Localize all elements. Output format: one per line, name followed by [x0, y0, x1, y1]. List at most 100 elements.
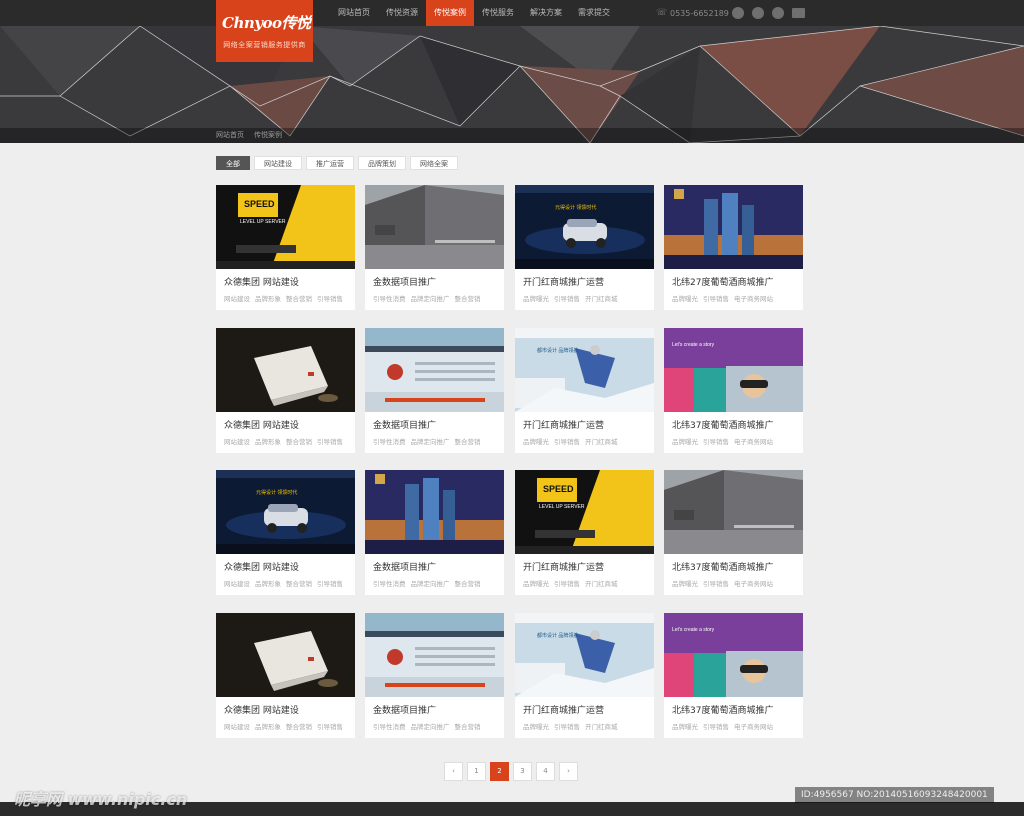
case-tag: 开门红商城	[585, 438, 618, 446]
hero-banner	[0, 26, 1024, 143]
case-thumbnail[interactable]: Let's create a story	[664, 328, 803, 412]
case-tags: 引导性消费 品牌定向推广 整合营销	[373, 721, 481, 731]
case-card[interactable]: 众德集团 网站建设 网站建设 品牌形象 整合营销 引导销售	[216, 328, 355, 453]
mail-icon[interactable]	[792, 8, 805, 18]
case-thumbnail[interactable]	[365, 470, 504, 554]
nav-item[interactable]: 传悦资源	[378, 0, 426, 26]
page-number-button[interactable]: 1	[467, 762, 486, 781]
breadcrumb-home[interactable]: 网站首页	[216, 128, 244, 143]
case-tag: 整合营销	[286, 438, 312, 446]
nav-item[interactable]: 传悦案例	[426, 0, 474, 26]
case-card[interactable]: Let's create a story 北纬37度葡萄酒商城推广 品牌曝光 引导销售…	[664, 613, 803, 738]
svg-text:SPEED: SPEED	[543, 484, 574, 494]
case-tag: 整合营销	[454, 438, 481, 446]
case-thumbnail[interactable]: 元得设计 领馈时代	[515, 185, 654, 269]
case-tag: 引导销售	[554, 295, 580, 303]
nav-item[interactable]: 传悦服务	[474, 0, 522, 26]
case-title[interactable]: 金数据项目推广	[373, 418, 436, 431]
case-thumbnail[interactable]	[365, 328, 504, 412]
nav-item[interactable]: 需求提交	[570, 0, 618, 26]
case-title[interactable]: 众德集团 网站建设	[224, 560, 299, 573]
case-thumbnail[interactable]: SPEED LEVEL UP SERVER	[216, 185, 355, 269]
breadcrumb-current[interactable]: 传悦案例	[254, 128, 282, 143]
case-card[interactable]: 元得设计 领馈时代 众德集团 网站建设 网站建设 品牌形象 整合营销 引导销售	[216, 470, 355, 595]
filter-tab[interactable]: 推广运营	[306, 156, 354, 170]
case-thumbnail[interactable]	[664, 470, 803, 554]
case-title[interactable]: 北纬37度葡萄酒商城推广	[672, 418, 773, 431]
case-title[interactable]: 众德集团 网站建设	[224, 275, 299, 288]
prev-page-button[interactable]: ‹	[444, 762, 463, 781]
case-tag: 品牌定向推广	[410, 438, 450, 446]
case-tag: 品牌形象	[255, 723, 281, 731]
case-tag: 品牌曝光	[523, 295, 549, 303]
case-tag: 引导销售	[703, 295, 729, 303]
case-title[interactable]: 开门红商城推广运营	[523, 703, 604, 716]
case-title[interactable]: 北纬37度葡萄酒商城推广	[672, 560, 773, 573]
case-thumbnail[interactable]: Let's create a story	[664, 613, 803, 697]
qq-icon[interactable]	[732, 7, 744, 19]
logo[interactable]: Chnyoo传悦 网络全案营销服务提供商	[216, 0, 313, 62]
case-thumbnail[interactable]	[216, 613, 355, 697]
case-card[interactable]: 北纬37度葡萄酒商城推广 品牌曝光 引导销售 电子商务网站	[664, 470, 803, 595]
case-card[interactable]: 金数据项目推广 引导性消费 品牌定向推广 整合营销	[365, 470, 504, 595]
case-title[interactable]: 众德集团 网站建设	[224, 418, 299, 431]
case-title[interactable]: 开门红商城推广运营	[523, 560, 604, 573]
case-tag: 电子商务网站	[734, 438, 773, 446]
case-thumbnail[interactable]: SPEED LEVEL UP SERVER	[515, 470, 654, 554]
case-thumbnail[interactable]: 都市设计 品牌领航	[515, 613, 654, 697]
page-number-button[interactable]: 2	[490, 762, 509, 781]
filter-tab[interactable]: 全部	[216, 156, 250, 170]
case-tag: 网站建设	[224, 723, 250, 731]
page-number-button[interactable]: 4	[536, 762, 555, 781]
case-card[interactable]: 金数据项目推广 引导性消费 品牌定向推广 整合营销	[365, 328, 504, 453]
case-thumbnail[interactable]	[365, 185, 504, 269]
nav-item[interactable]: 网站首页	[330, 0, 378, 26]
case-tag: 开门红商城	[585, 295, 618, 303]
case-title[interactable]: 北纬27度葡萄酒商城推广	[672, 275, 773, 288]
case-thumbnail[interactable]: 元得设计 领馈时代	[216, 470, 355, 554]
case-tag: 品牌定向推广	[410, 723, 450, 731]
case-thumbnail[interactable]	[216, 328, 355, 412]
case-card[interactable]: 都市设计 品牌领航开门红商城推广运营品牌曝光 引导销售 开门红商城	[515, 328, 654, 453]
filter-tab[interactable]: 网络全案	[410, 156, 458, 170]
case-thumbnail[interactable]: 都市设计 品牌领航	[515, 328, 654, 412]
case-tag: 引导销售	[703, 723, 729, 731]
case-tags: 网站建设 品牌形象 整合营销 引导销售	[224, 721, 343, 731]
page-number-button[interactable]: 3	[513, 762, 532, 781]
case-title[interactable]: 金数据项目推广	[373, 703, 436, 716]
filter-tab[interactable]: 网站建设	[254, 156, 302, 170]
case-title[interactable]: 开门红商城推广运营	[523, 275, 604, 288]
case-card[interactable]: 众德集团 网站建设网站建设 品牌形象 整合营销 引导销售	[216, 613, 355, 738]
case-card[interactable]: 都市设计 品牌领航 开门红商城推广运营 品牌曝光 引导销售 开门红商城	[515, 613, 654, 738]
case-tag: 引导性消费	[373, 723, 406, 731]
case-card[interactable]: 金数据项目推广 引导性消费 品牌定向推广 整合营销	[365, 185, 504, 310]
breadcrumb: 网站首页 传悦案例	[0, 128, 1024, 143]
case-tags: 品牌曝光 引导销售 开门红商城	[523, 293, 618, 303]
phone-icon: ☏	[656, 8, 668, 18]
case-tag: 品牌定向推广	[410, 580, 450, 588]
next-page-button[interactable]: ›	[559, 762, 578, 781]
case-thumbnail[interactable]	[664, 185, 803, 269]
case-thumbnail[interactable]	[365, 613, 504, 697]
case-card[interactable]: Let's create a story 北纬37度葡萄酒商城推广 品牌曝光 引导销售…	[664, 328, 803, 453]
case-tags: 品牌曝光 引导销售 开门红商城	[523, 436, 618, 446]
case-title[interactable]: 金数据项目推广	[373, 560, 436, 573]
case-tag: 网站建设	[224, 438, 250, 446]
case-card[interactable]: SPEED LEVEL UP SERVER 众德集团 网站建设 网站建设 品牌形象 整合营…	[216, 185, 355, 310]
case-card[interactable]: 北纬27度葡萄酒商城推广 品牌曝光 引导销售 电子商务网站	[664, 185, 803, 310]
case-title[interactable]: 金数据项目推广	[373, 275, 436, 288]
weibo-icon[interactable]	[752, 7, 764, 19]
case-card[interactable]: 金数据项目推广引导性消费 品牌定向推广 整合营销	[365, 613, 504, 738]
case-tag: 引导销售	[317, 580, 343, 588]
case-tag: 引导销售	[703, 438, 729, 446]
case-title[interactable]: 众德集团 网站建设	[224, 703, 299, 716]
svg-text:LEVEL UP SERVER: LEVEL UP SERVER	[539, 504, 585, 510]
case-card[interactable]: SPEED LEVEL UP SERVER 开门红商城推广运营 品牌曝光 引导销售 开门红…	[515, 470, 654, 595]
filter-tab[interactable]: 品牌策划	[358, 156, 406, 170]
case-title[interactable]: 开门红商城推广运营	[523, 418, 604, 431]
wechat-icon[interactable]	[772, 7, 784, 19]
case-title[interactable]: 北纬37度葡萄酒商城推广	[672, 703, 773, 716]
nav-item[interactable]: 解决方案	[522, 0, 570, 26]
case-tag: 品牌形象	[255, 295, 281, 303]
case-card[interactable]: 元得设计 领馈时代开门红商城推广运营品牌曝光 引导销售 开门红商城	[515, 185, 654, 310]
